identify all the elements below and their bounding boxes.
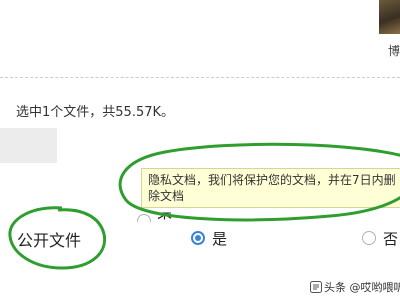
watermark-text: 头条 @哎哟喂听说 xyxy=(324,281,400,294)
public-file-label: 公开文件 xyxy=(17,231,82,250)
privacy-settings-card xyxy=(0,128,400,300)
dotted-divider xyxy=(0,77,400,78)
thumbnail-caption: 博 xyxy=(388,44,400,58)
public-no-radio[interactable] xyxy=(362,231,376,245)
watermark: 头条 @哎哟喂听说 xyxy=(310,279,400,295)
hidden-radio-label: 否 xyxy=(157,210,173,220)
selection-info: 选中1个文件，共55.57K。 xyxy=(16,105,175,120)
file-info-card: 博 选中1个文件，共55.57K。 xyxy=(0,0,400,141)
share-settings-panel: 博 选中1个文件，共55.57K。 否 隐私文档，我们将保护您的文档，并在7日内… xyxy=(0,0,400,300)
hidden-radio-option xyxy=(137,214,151,222)
privacy-tooltip: 隐私文档，我们将保护您的文档，并在7日内删除文档 xyxy=(141,168,400,208)
card-notch xyxy=(0,128,57,163)
watermark-logo-icon xyxy=(310,281,322,293)
public-no-label[interactable]: 否 xyxy=(383,228,398,249)
public-yes-label[interactable]: 是 xyxy=(212,228,227,249)
public-yes-radio[interactable] xyxy=(191,231,205,245)
file-thumbnail[interactable] xyxy=(379,0,400,34)
radio-circle-icon xyxy=(137,214,151,222)
